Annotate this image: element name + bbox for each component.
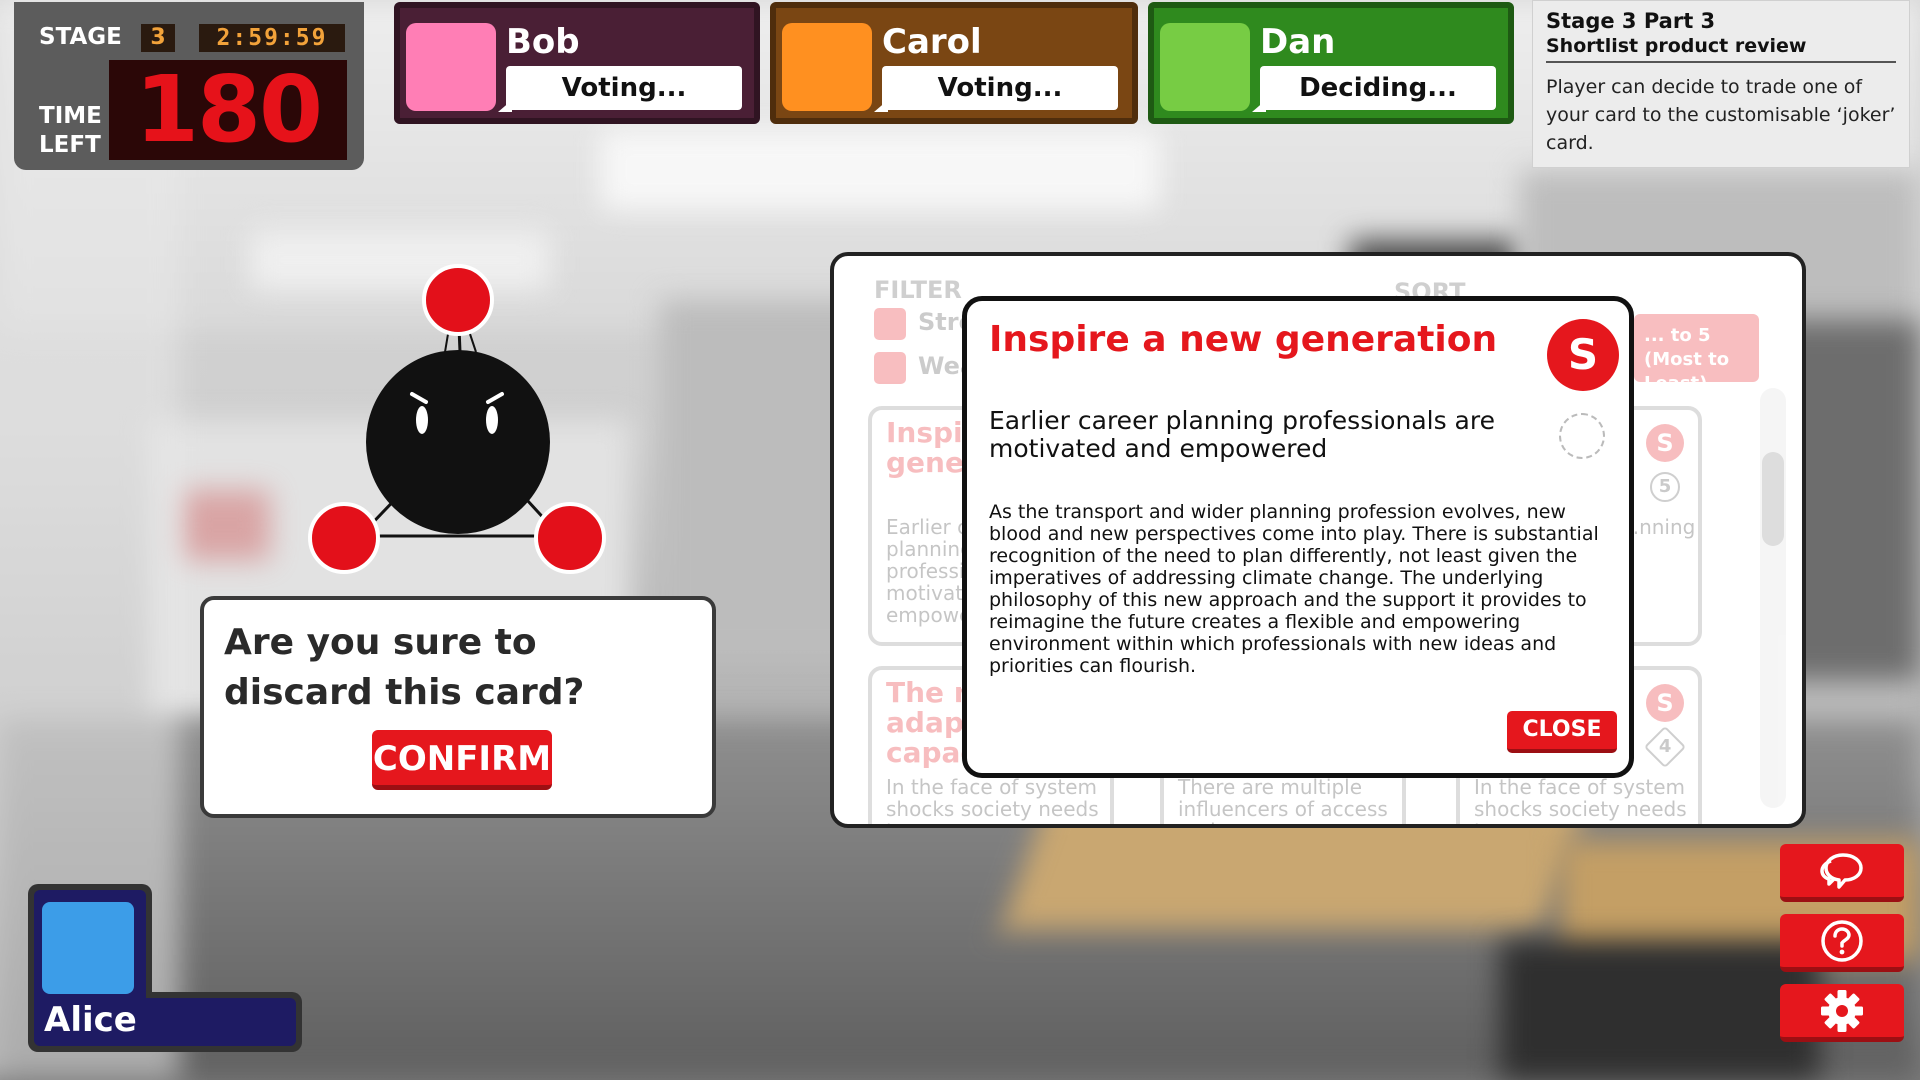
player-name: Carol	[882, 22, 982, 62]
player-status: Voting...	[498, 66, 742, 112]
player-card-carol: Carol Voting...	[770, 2, 1138, 124]
player-name: Dan	[1260, 22, 1336, 62]
card-subtitle: Earlier career planning professionals ar…	[989, 406, 1495, 463]
countdown-clock: 2:59:59	[199, 24, 345, 52]
sort-button[interactable]: ... to 5 (Most to Least)	[1634, 314, 1759, 394]
player-name: Bob	[506, 22, 580, 62]
timer-panel: STAGE 3 2:59:59 TIME LEFT 180	[14, 2, 364, 170]
strength-badge: S	[1547, 319, 1619, 391]
host-character	[308, 264, 606, 574]
stage-label: STAGE	[39, 24, 122, 50]
local-player-color-swatch	[42, 902, 134, 994]
player-color-swatch	[406, 23, 496, 111]
filter-checkbox-strengths[interactable]	[874, 308, 906, 340]
player-status: Deciding...	[1252, 66, 1496, 112]
chat-icon	[1820, 852, 1863, 889]
chat-button[interactable]	[1780, 844, 1904, 902]
card-description: As the transport and wider planning prof…	[989, 501, 1599, 677]
score-badge: 5	[1650, 472, 1680, 502]
card-detail-modal: Inspire a new generation S Earlier caree…	[962, 296, 1634, 778]
settings-icon	[1821, 989, 1863, 1032]
scroll-thumb[interactable]	[1762, 452, 1784, 546]
filter-label: FILTER	[874, 276, 962, 304]
discard-question: Are you sure to discard this card?	[224, 622, 585, 713]
score-slot-placeholder	[1559, 413, 1605, 459]
discard-confirm-dialog: Are you sure to discard this card? CONFI…	[200, 596, 716, 818]
settings-button[interactable]	[1780, 984, 1904, 1042]
card-list-scrollbar[interactable]	[1760, 388, 1786, 808]
stage-info-title: Stage 3 Part 3	[1546, 9, 1716, 33]
player-color-swatch	[1160, 23, 1250, 111]
strength-badge: S	[1646, 424, 1684, 462]
stage-info-text: Player can decide to trade one of your c…	[1546, 76, 1896, 154]
time-left-value: 180	[109, 60, 347, 160]
help-button[interactable]	[1780, 914, 1904, 972]
player-card-dan: Dan Deciding...	[1148, 2, 1514, 124]
filter-checkbox-weaknesses[interactable]	[874, 352, 906, 384]
stage-info-panel: Stage 3 Part 3 Shortlist product review …	[1532, 0, 1910, 168]
player-status: Voting...	[874, 66, 1118, 112]
time-left-label: TIME LEFT	[39, 103, 102, 158]
help-icon	[1821, 919, 1863, 962]
score-badge: 4	[1643, 725, 1687, 769]
player-card-bob: Bob Voting...	[394, 2, 760, 124]
player-color-swatch	[782, 23, 872, 111]
strength-badge: S	[1646, 684, 1684, 722]
close-button[interactable]: CLOSE	[1507, 711, 1617, 753]
confirm-button[interactable]: CONFIRM	[372, 730, 552, 790]
local-player-name: Alice	[44, 1000, 137, 1040]
card-title: Inspire a new generation	[989, 319, 1498, 360]
stage-number: 3	[141, 24, 175, 52]
stage-info-subtitle: Shortlist product review	[1546, 34, 1896, 63]
